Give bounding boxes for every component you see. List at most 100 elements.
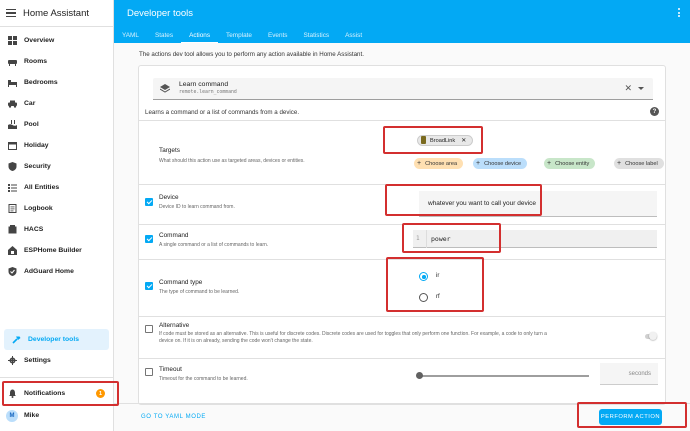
sidebar-item-all-entities[interactable]: All Entities	[0, 177, 113, 198]
timeout-row: Timeout Timeout for the command to be le…	[139, 358, 665, 405]
perform-action-button[interactable]: PERFORM ACTION	[599, 409, 662, 425]
tab-actions[interactable]: Actions	[181, 28, 219, 43]
tab-template[interactable]: Template	[218, 28, 260, 43]
action-id: remote.learn_command	[179, 90, 237, 95]
command-type-checkbox[interactable]	[145, 282, 153, 290]
timeout-checkbox[interactable]	[145, 368, 153, 376]
plus-icon: +	[476, 160, 481, 167]
car-icon	[8, 99, 17, 108]
choose-label-button[interactable]: + Choose label	[614, 158, 664, 169]
sidebar-item-car[interactable]: Car	[0, 93, 113, 114]
sidebar-item-label: All Entities	[24, 184, 60, 191]
tab-statistics[interactable]: Statistics	[296, 28, 338, 43]
command-row: Command A single command or a list of co…	[139, 224, 665, 259]
notification-badge: 1	[96, 389, 105, 398]
shield-icon	[8, 162, 17, 171]
sidebar-item-user[interactable]: M Mike	[0, 405, 113, 426]
page-title: Developer tools	[127, 8, 194, 19]
yaml-mode-button[interactable]: GO TO YAML MODE	[141, 414, 206, 420]
command-type-desc: The type of command to be learned.	[159, 289, 240, 295]
alternative-title: Alternative	[159, 322, 190, 329]
sidebar: Home Assistant Overview Rooms Bedrooms C…	[0, 0, 114, 431]
device-row: Device Device ID to learn command from. …	[139, 184, 665, 224]
choose-entity-button[interactable]: + Choose entity	[544, 158, 596, 169]
alternative-toggle[interactable]	[645, 332, 657, 340]
radio-ir-label: ir	[436, 273, 440, 279]
sidebar-item-hacs[interactable]: HACS	[0, 219, 113, 240]
choose-device-label: Choose device	[484, 160, 522, 167]
device-checkbox[interactable]	[145, 198, 153, 206]
target-chip-label: BroadLink	[430, 137, 456, 144]
tab-events[interactable]: Events	[260, 28, 296, 43]
targets-row: Targets What should this action use as t…	[139, 120, 665, 184]
device-title: Device	[159, 194, 179, 201]
tab-assist[interactable]: Assist	[337, 28, 370, 43]
choose-area-button[interactable]: + Choose area	[414, 158, 464, 169]
clear-icon[interactable]: ✕	[624, 83, 632, 94]
sidebar-item-notifications[interactable]: Notifications 1	[0, 383, 113, 404]
sidebar-item-logbook[interactable]: Logbook	[0, 198, 113, 219]
sidebar-item-esphome[interactable]: ESPHome Builder	[0, 240, 113, 261]
sidebar-item-label: HACS	[24, 226, 44, 233]
sidebar-item-developer-tools[interactable]: Developer tools	[4, 329, 109, 350]
choose-device-button[interactable]: + Choose device	[473, 158, 528, 169]
timeout-slider-track	[419, 375, 589, 377]
radio-rf[interactable]	[419, 293, 428, 302]
command-desc: A single command or a list of commands t…	[159, 242, 269, 248]
avatar: M	[6, 409, 18, 422]
tab-states[interactable]: States	[147, 28, 181, 43]
footer-divider	[114, 403, 690, 404]
device-value: whatever you want to call your device	[428, 200, 537, 207]
bed-icon	[8, 78, 17, 87]
sofa-icon	[8, 57, 17, 66]
menu-icon[interactable]	[6, 9, 16, 17]
choose-area-label: Choose area	[425, 160, 458, 167]
sidebar-item-overview[interactable]: Overview	[0, 30, 113, 51]
targets-title: Targets	[159, 147, 180, 154]
overflow-menu-icon[interactable]	[678, 8, 681, 19]
sidebar-item-bedrooms[interactable]: Bedrooms	[0, 72, 113, 93]
grid-icon	[8, 36, 17, 45]
command-editor[interactable]: 1 power	[413, 230, 657, 248]
tab-yaml[interactable]: YAML	[114, 28, 147, 43]
sidebar-header: Home Assistant	[0, 0, 113, 27]
device-field[interactable]: whatever you want to call your device	[419, 191, 657, 217]
sidebar-item-label: Developer tools	[28, 336, 79, 343]
timeout-slider[interactable]	[416, 372, 423, 379]
timeout-input[interactable]: seconds	[600, 363, 658, 385]
action-card: Learn command remote.learn_command ✕ Lea…	[138, 65, 666, 405]
remove-chip-icon[interactable]: ✕	[461, 137, 466, 144]
alternative-row: Alternative If code must be stored as an…	[139, 316, 665, 358]
list-icon	[8, 183, 17, 192]
chevron-down-icon[interactable]	[638, 87, 644, 90]
chip-icon	[8, 246, 17, 255]
help-icon[interactable]: ?	[650, 107, 659, 116]
command-title: Command	[159, 232, 189, 239]
sidebar-item-label: Security	[24, 163, 51, 170]
sidebar-item-adguard[interactable]: AdGuard Home	[0, 261, 113, 282]
top-header: Developer tools YAML States Actions Temp…	[114, 0, 690, 43]
target-chip[interactable]: BroadLink ✕	[417, 135, 474, 146]
sidebar-item-label: Overview	[24, 37, 55, 44]
sidebar-item-label: AdGuard Home	[24, 268, 74, 275]
sidebar-item-rooms[interactable]: Rooms	[0, 51, 113, 72]
remote-icon	[159, 84, 171, 95]
sidebar-item-pool[interactable]: Pool	[0, 114, 113, 135]
action-name: Learn command	[179, 81, 229, 88]
sidebar-item-settings[interactable]: Settings	[0, 350, 113, 371]
command-checkbox[interactable]	[145, 235, 153, 243]
pool-icon	[8, 120, 17, 129]
device-desc: Device ID to learn command from.	[159, 204, 235, 210]
sidebar-item-label: Settings	[24, 357, 51, 364]
sidebar-item-holiday[interactable]: Holiday	[0, 135, 113, 156]
timeout-desc: Timeout for the command to be learned.	[159, 376, 248, 382]
radio-ir[interactable]	[419, 272, 428, 281]
intro-text: The actions dev tool allows you to perfo…	[139, 51, 364, 58]
sidebar-item-label: Bedrooms	[24, 79, 58, 86]
alternative-checkbox[interactable]	[145, 325, 153, 333]
action-select[interactable]: Learn command remote.learn_command ✕	[153, 78, 653, 100]
sidebar-item-label: Logbook	[24, 205, 53, 212]
plus-icon: +	[417, 160, 422, 167]
command-type-title: Command type	[159, 279, 203, 286]
sidebar-item-security[interactable]: Security	[0, 156, 113, 177]
